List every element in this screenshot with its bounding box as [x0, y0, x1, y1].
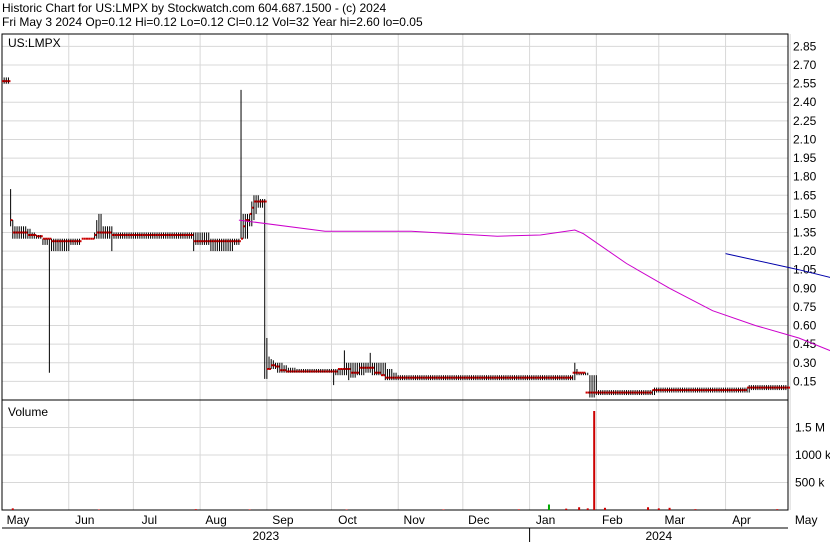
price-panel-title: US:LMPX: [8, 36, 61, 50]
price-tick-label: 0.15: [793, 374, 817, 388]
x-tick-label: Feb: [602, 513, 623, 527]
x-tick-label: Aug: [205, 513, 226, 527]
price-tick-label: 0.60: [793, 319, 817, 333]
price-tick-label: 1.35: [793, 226, 817, 240]
x-tick-label: May: [7, 513, 30, 527]
x-tick-label: Nov: [404, 513, 425, 527]
x-tick-label: Apr: [732, 513, 751, 527]
price-tick-label: 0.75: [793, 300, 817, 314]
year-label: 2024: [645, 529, 672, 543]
price-tick-label: 1.65: [793, 188, 817, 202]
price-tick-label: 2.70: [793, 58, 817, 72]
volume-panel-title: Volume: [8, 405, 48, 419]
price-tick-label: 2.55: [793, 77, 817, 91]
price-tick-label: 2.85: [793, 39, 817, 53]
volume-tick-label: 1.5 M: [795, 421, 825, 435]
price-tick-label: 2.25: [793, 114, 817, 128]
price-bars: [1, 77, 790, 398]
volume-grid: [2, 427, 788, 483]
volume-bars: [11, 411, 779, 510]
price-grid: [1, 34, 791, 510]
volume-tick-label: 1000 k: [795, 448, 830, 462]
stock-chart: US:LMPX Volume 2.85 2.70 2.55 2.40 2.25 2.10 1…: [1, 33, 830, 543]
price-tick-label: 0.30: [793, 356, 817, 370]
x-tick-label: Dec: [468, 513, 489, 527]
x-tick-label: Jan: [536, 513, 555, 527]
price-tick-label: 1.80: [793, 170, 817, 184]
x-tick-label: Jul: [142, 513, 157, 527]
year-label: 2023: [252, 529, 279, 543]
price-tick-label: 2.40: [793, 95, 817, 109]
moving-average-short-line: [238, 219, 830, 352]
x-tick-label: Jun: [75, 513, 94, 527]
price-tick-label: 1.05: [793, 263, 817, 277]
price-tick-label: 1.50: [793, 207, 817, 221]
volume-tick-label: 500 k: [795, 476, 825, 490]
x-tick-label: Sep: [272, 513, 294, 527]
price-tick-label: 0.90: [793, 281, 817, 295]
x-tick-label: May: [795, 513, 818, 527]
volume-y-tick-labels: 1.5 M 1000 k 500 k: [795, 421, 830, 490]
price-tick-label: 1.95: [793, 151, 817, 165]
price-tick-label: 1.20: [793, 244, 817, 258]
price-tick-label: 2.10: [793, 132, 817, 146]
price-y-tick-labels: 2.85 2.70 2.55 2.40 2.25 2.10 1.95 1.80 1.65 1.50…: [793, 39, 817, 388]
x-axis: May Jun Jul Aug Sep Oct Nov Dec Jan Feb Mar Apr May 2…: [2, 513, 817, 543]
x-tick-label: Mar: [664, 513, 685, 527]
price-panel-frame: [1, 33, 789, 401]
x-tick-label: Oct: [338, 513, 357, 527]
